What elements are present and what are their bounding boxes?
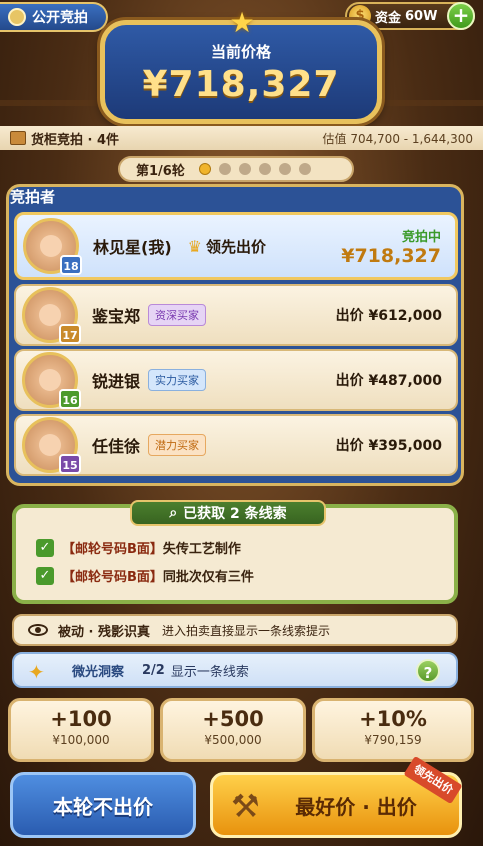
bidder-name: 林见星(我): [93, 238, 172, 257]
leading-amount: ¥718,327: [341, 244, 441, 267]
bidding-status: 竞拍中: [401, 229, 441, 245]
bidder-bid: 出价 ¥395,000: [335, 438, 442, 454]
passive-skill-name: 被动 · 残影识真: [58, 624, 150, 640]
bidders-title: 竞拍者: [10, 188, 56, 206]
passive-skill-desc: 进入拍卖直接显示一条线索提示: [162, 623, 331, 638]
bidder-tag: 资深买家: [148, 304, 207, 326]
bidder-tag: 实力买家: [148, 369, 207, 391]
clue-key: 【邮轮号码B面】: [62, 542, 163, 557]
current-price-value: ¥718,327: [142, 64, 340, 105]
round-indicator: 第1/6轮: [118, 156, 354, 182]
best-price-bid-button[interactable]: ⚒ 最好价 · 出价 领先出价: [210, 755, 463, 838]
round-dot: [298, 163, 311, 175]
increment-button-100[interactable]: +100 ¥100,000: [8, 698, 154, 762]
increment-label: +500: [202, 707, 264, 731]
help-button[interactable]: ?: [416, 659, 440, 683]
crown-icon: ♛: [187, 236, 202, 256]
eye-icon: [28, 624, 48, 636]
round-dot: [218, 163, 231, 175]
star-icon: ★: [229, 6, 255, 39]
sparkle-icon: ✦: [28, 660, 45, 684]
round-dot: [198, 163, 211, 175]
check-icon: ✓: [36, 566, 54, 585]
avatar-face: [40, 235, 62, 257]
round-dots: [191, 163, 311, 175]
skill-button[interactable]: ✦ 微光洞察 2/2 显示一条线索 ?: [12, 652, 458, 688]
clues-header: ⌕ 已获取 2 条线索: [130, 500, 326, 526]
clue-item: ✓ 【邮轮号码B面】 失传工艺制作: [36, 538, 241, 557]
pass-round-button[interactable]: 本轮不出价: [10, 772, 196, 838]
clue-item: ✓ 【邮轮号码B面】 同批次仅有三件: [36, 566, 254, 585]
bidder-card: 17 鉴宝郑 资深买家 出价 ¥612,000: [14, 284, 458, 346]
increment-label: +10%: [359, 707, 427, 731]
bidder-card: 15 任佳徐 潜力买家 出价 ¥395,000: [14, 414, 458, 476]
clue-text: 同批次仅有三件: [162, 570, 254, 585]
round-dot: [258, 163, 271, 175]
bidder-name: 锐进银: [92, 372, 141, 391]
estimate-range: 估值 704,700 - 1,644,300: [322, 131, 473, 146]
lot-label: 货柜竞拍 · 4件: [31, 132, 120, 148]
auction-mode-badge[interactable]: 公开竞拍: [0, 2, 108, 32]
level-badge: 15: [59, 454, 81, 474]
increment-label: +100: [50, 707, 112, 731]
increment-amount: ¥100,000: [52, 733, 110, 747]
avatar: 17: [22, 287, 81, 344]
passive-skill-bar: 被动 · 残影识真 进入拍卖直接显示一条线索提示: [12, 614, 458, 646]
current-price-label: 当前价格: [210, 43, 271, 61]
round-dot: [278, 163, 291, 175]
clue-text: 失传工艺制作: [162, 542, 241, 557]
avatar-face: [39, 434, 61, 456]
check-icon: ✓: [36, 538, 54, 557]
avatar: 15: [22, 417, 81, 474]
bidder-card: 16 锐进银 实力买家 出价 ¥487,000: [14, 349, 458, 411]
current-price-plaque: ★ 当前价格 ¥718,327: [100, 9, 382, 124]
round-dot: [238, 163, 251, 175]
avatar-face: [39, 304, 61, 326]
bidder-name: 鉴宝郑: [92, 307, 141, 326]
round-label: 第1/6轮: [136, 163, 185, 179]
settings-icon: [8, 8, 26, 26]
clue-key: 【邮轮号码B面】: [62, 570, 163, 585]
bidder-name: 任佳徐: [92, 437, 141, 456]
bidder-bid: 出价 ¥612,000: [335, 308, 442, 324]
clues-header-label: 已获取 2 条线索: [183, 506, 287, 522]
lot-info-row: 货柜竞拍 · 4件 估值 704,700 - 1,644,300: [0, 126, 483, 150]
bidder-tag: 潜力买家: [148, 434, 207, 456]
best-price-bid-label: 最好价 · 出价: [295, 794, 417, 819]
level-badge: 16: [59, 389, 81, 409]
level-badge: 18: [60, 255, 82, 275]
increment-amount: ¥790,159: [364, 733, 422, 747]
avatar: 18: [23, 218, 82, 275]
level-badge: 17: [59, 324, 81, 344]
gavel-icon: ⚒: [231, 787, 260, 825]
magnifier-icon: ⌕: [169, 505, 178, 521]
funds-value: 60W: [405, 8, 438, 24]
bidder-bid: 出价 ¥487,000: [335, 373, 442, 389]
auction-mode-label: 公开竞拍: [32, 10, 88, 26]
skill-count: 2/2: [142, 662, 165, 678]
avatar: 16: [22, 352, 81, 409]
avatar-face: [39, 369, 61, 391]
increment-button-10pct[interactable]: +10% ¥790,159: [312, 698, 474, 762]
increment-button-500[interactable]: +500 ¥500,000: [160, 698, 306, 762]
skill-name: 微光洞察: [72, 664, 125, 680]
skill-desc: 显示一条线索: [170, 664, 249, 680]
add-funds-button[interactable]: +: [447, 2, 475, 30]
bidder-card-self: 18 林见星(我) ♛ 领先出价 竞拍中 ¥718,327: [14, 212, 458, 280]
funds-label: 资金: [375, 10, 402, 26]
leading-bid-label: 领先出价: [205, 237, 266, 256]
container-icon: [10, 131, 26, 145]
increment-amount: ¥500,000: [204, 733, 262, 747]
